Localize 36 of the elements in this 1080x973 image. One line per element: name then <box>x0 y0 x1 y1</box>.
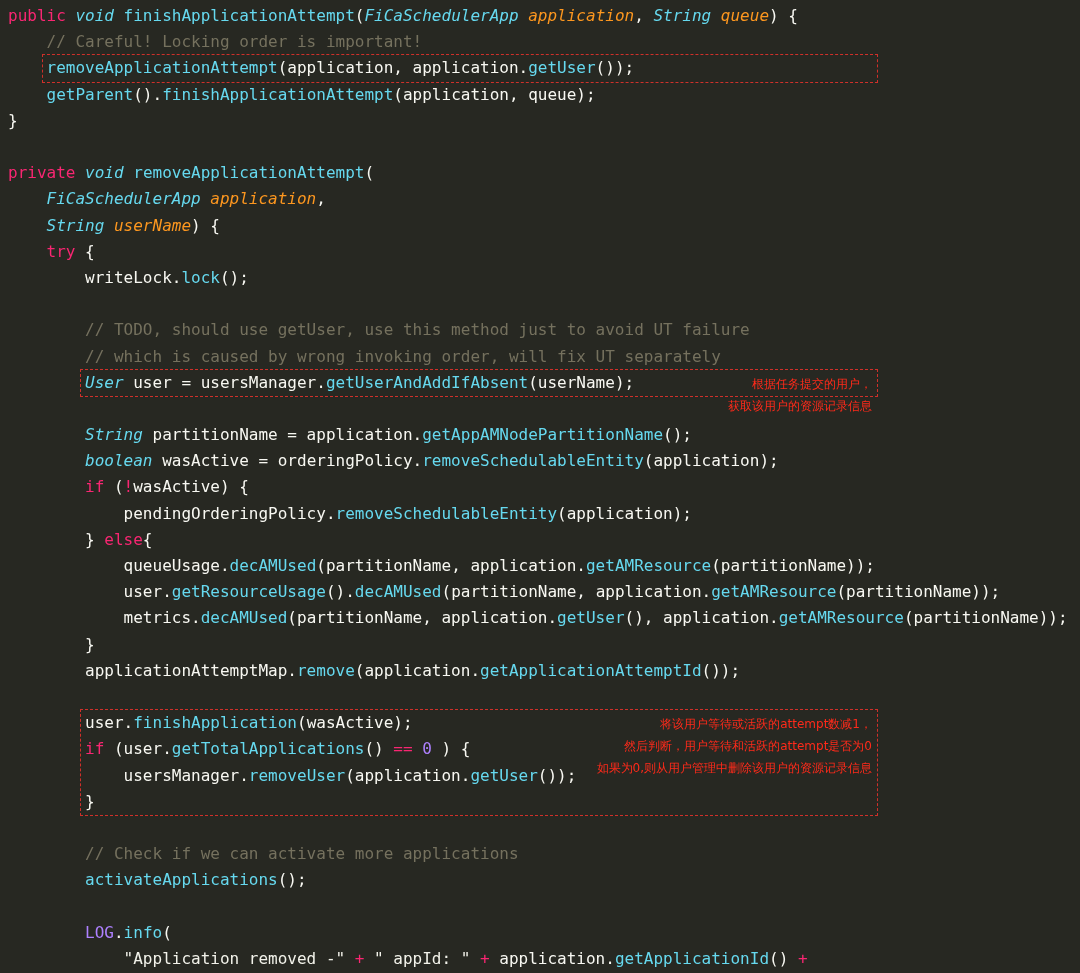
code-line: String partitionName = application.getAppAMNodePartitionName(); <box>85 425 692 446</box>
annotation-note: 然后判断，用户等待和活跃的attempt是否为0 <box>624 738 872 756</box>
code-line: user.finishApplication(wasActive); <box>85 713 413 734</box>
annotation-note: 获取该用户的资源记录信息 <box>728 397 872 415</box>
code-line: String userName) { <box>46 215 220 236</box>
code-line: user.getResourceUsage().decAMUsed(partitionName, application.getAMResource(partitionName)); <box>123 582 1001 603</box>
code-line: removeApplicationAttempt(application, application.getUser()); <box>46 58 635 79</box>
code-line: getParent().finishApplicationAttempt(application, queue); <box>46 84 596 105</box>
code-line: boolean wasActive = orderingPolicy.removeSchedulableEntity(application); <box>85 451 779 472</box>
annotation-note: 根据任务提交的用户， <box>752 375 872 393</box>
code-line: activateApplications(); <box>85 870 307 891</box>
code-line: } <box>85 634 95 655</box>
code-line: // which is caused by wrong invoking order, will fix UT separately <box>85 346 721 367</box>
code-line: private void removeApplicationAttempt( <box>8 163 375 184</box>
code-line: usersManager.removeUser(application.getUser()); <box>123 765 577 786</box>
code-line: "Application removed -" + " appId: " + application.getApplicationId() + <box>123 948 808 969</box>
code-line: if (!wasActive) { <box>85 477 249 498</box>
annotation-note: 将该用户等待或活跃的attempt数减1， <box>660 716 872 734</box>
code-line: } <box>8 110 18 131</box>
code-line: writeLock.lock(); <box>85 267 249 288</box>
code-line: if (user.getTotalApplications() == 0 ) { <box>85 739 471 760</box>
code-line: queueUsage.decAMUsed(partitionName, application.getAMResource(partitionName)); <box>123 556 875 577</box>
code-line: // Careful! Locking order is important! <box>46 32 423 53</box>
code-line: metrics.decAMUsed(partitionName, application.getUser(), application.getAMResource(partitionName)); <box>123 608 1068 629</box>
code-line: FiCaSchedulerApp application, <box>46 189 326 210</box>
code-line: pendingOrderingPolicy.removeSchedulableEntity(application); <box>123 503 692 524</box>
code-line: LOG.info( <box>85 922 172 943</box>
code-line: // Check if we can activate more applications <box>85 844 519 865</box>
code-line: public void finishApplicationAttempt(FiCaSchedulerApp application, String queue) { <box>8 6 798 27</box>
code-line: try { <box>46 241 95 262</box>
code-line: } else{ <box>85 529 153 550</box>
code-line: // TODO, should use getUser, use this method just to avoid UT failure <box>85 320 750 341</box>
code-line: User user = usersManager.getUserAndAddIfAbsent(userName); <box>85 372 635 393</box>
code-line: applicationAttemptMap.remove(application.getApplicationAttemptId()); <box>85 660 741 681</box>
code-line: } <box>85 791 95 812</box>
annotation-note: 如果为0,则从用户管理中删除该用户的资源记录信息 <box>596 760 872 778</box>
